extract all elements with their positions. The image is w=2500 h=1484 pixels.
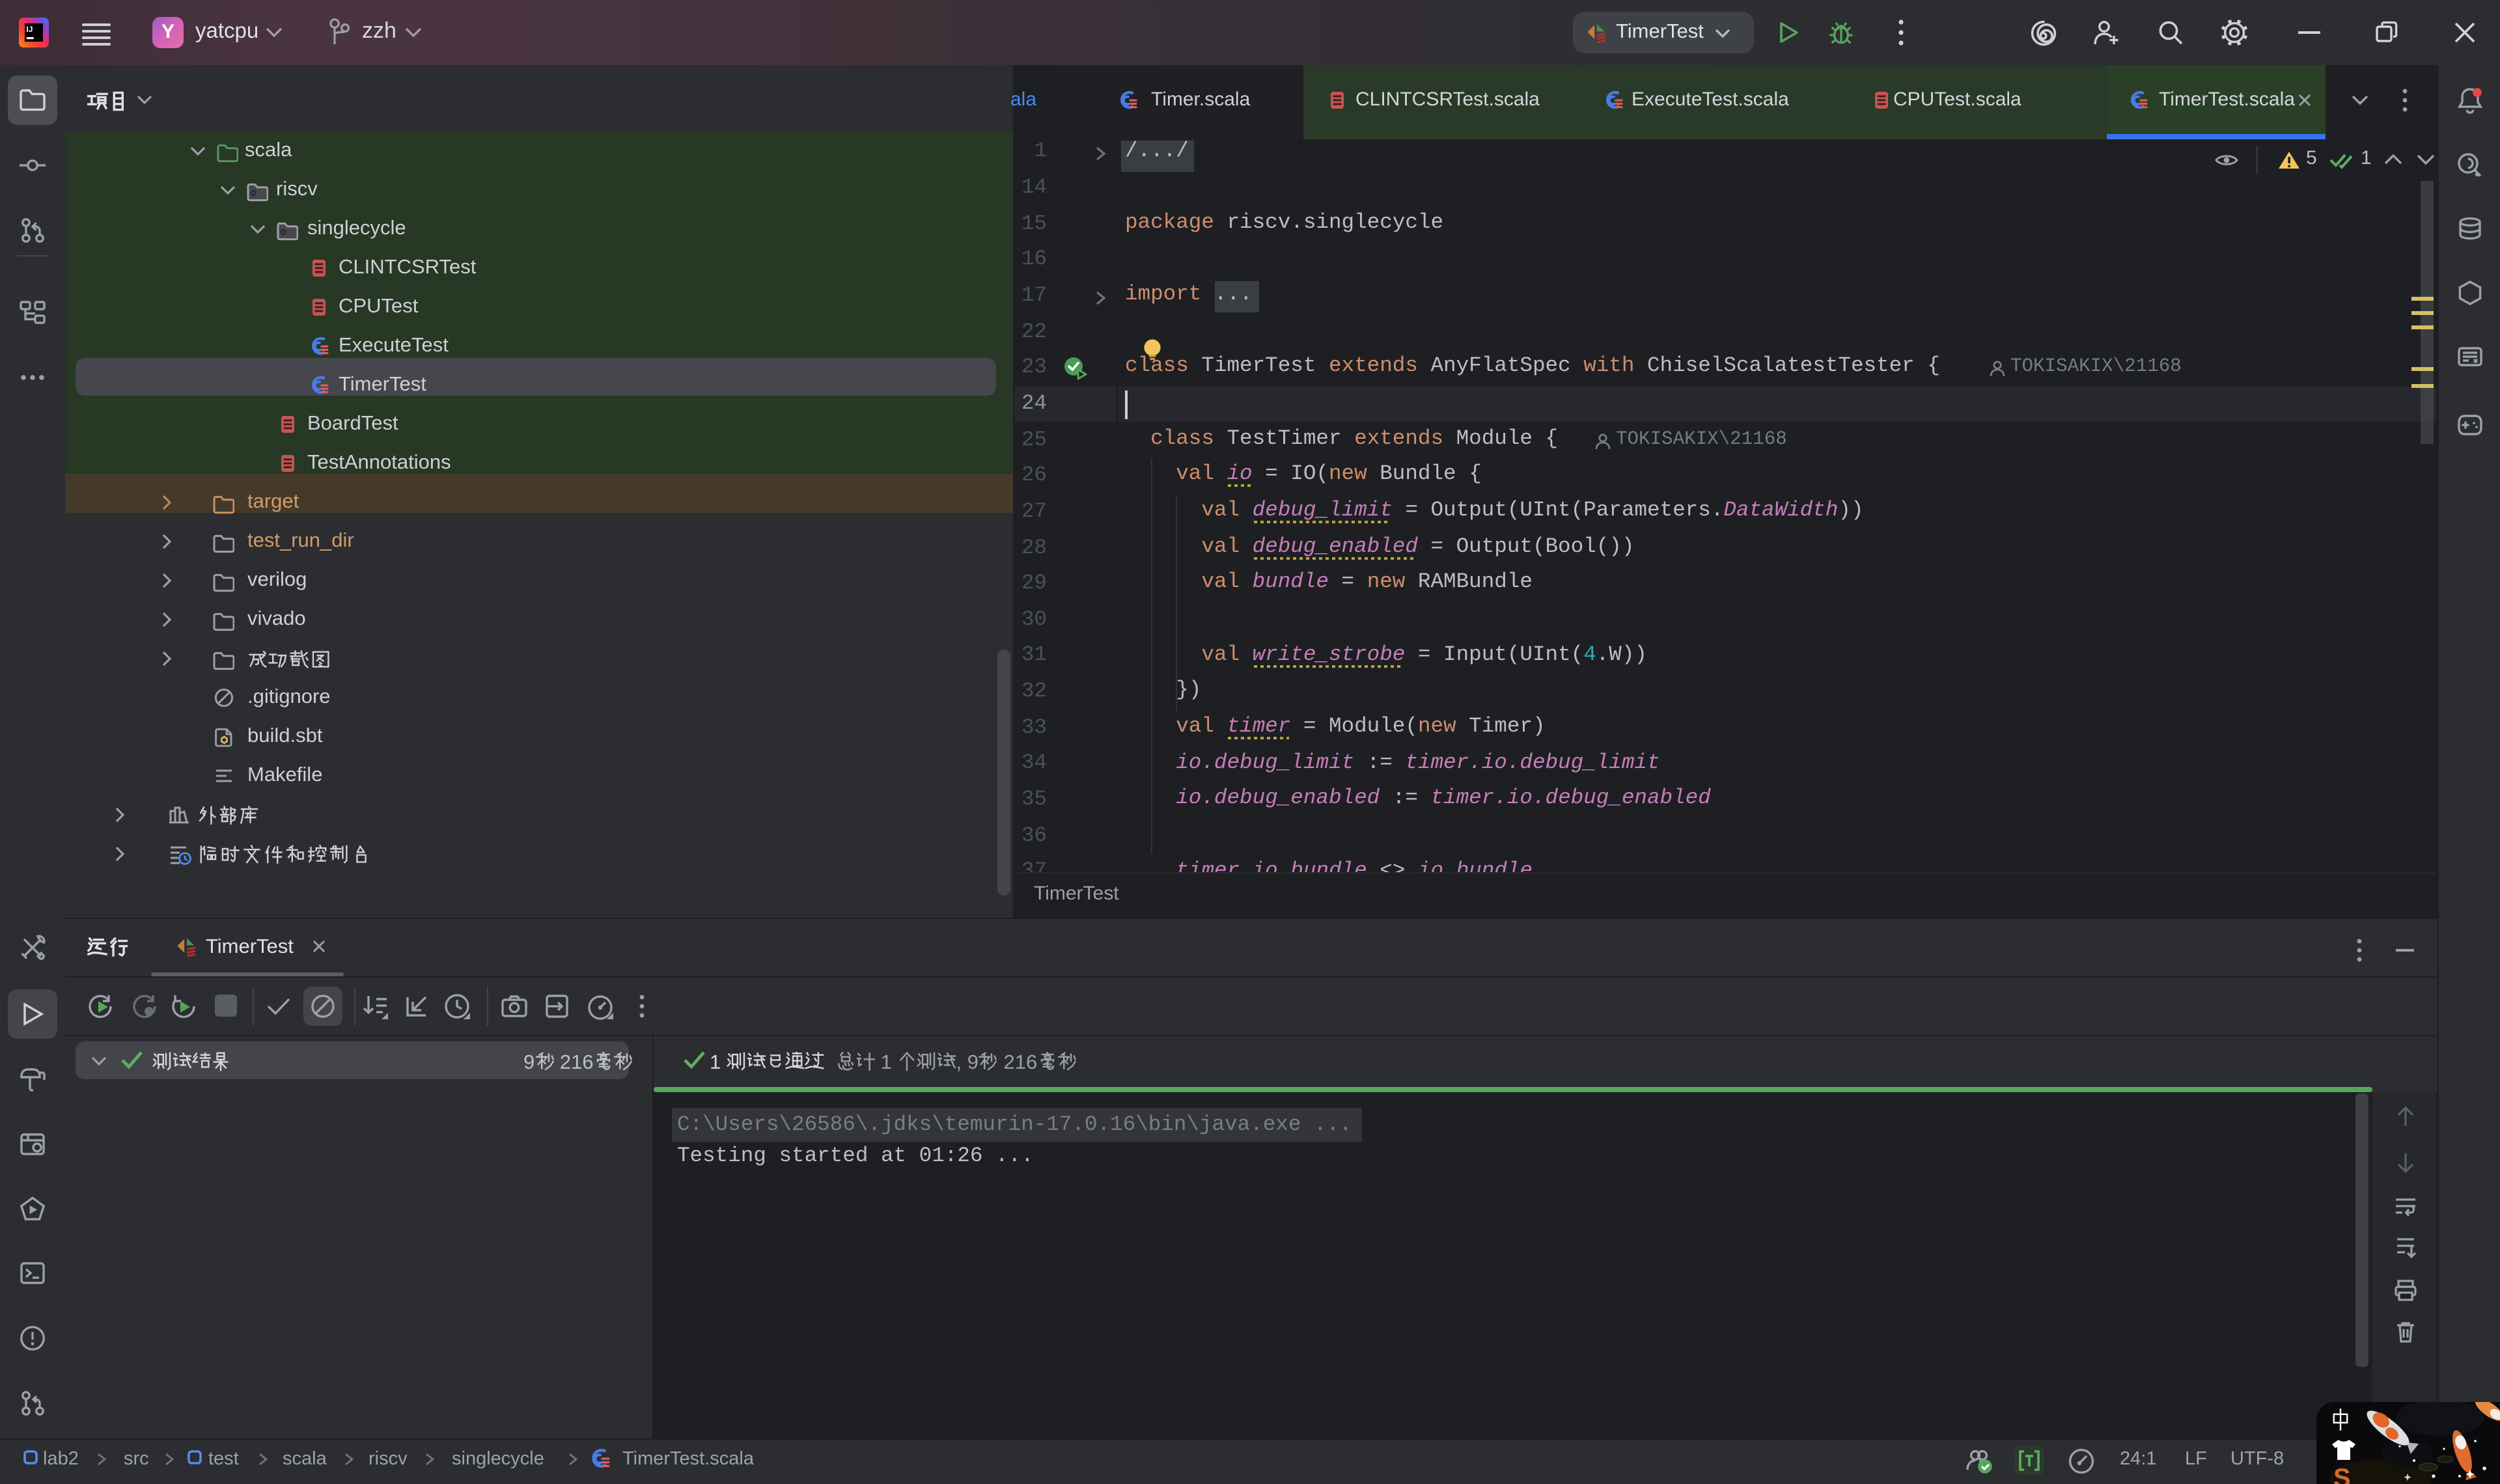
- svg-text:IJ: IJ: [26, 25, 33, 34]
